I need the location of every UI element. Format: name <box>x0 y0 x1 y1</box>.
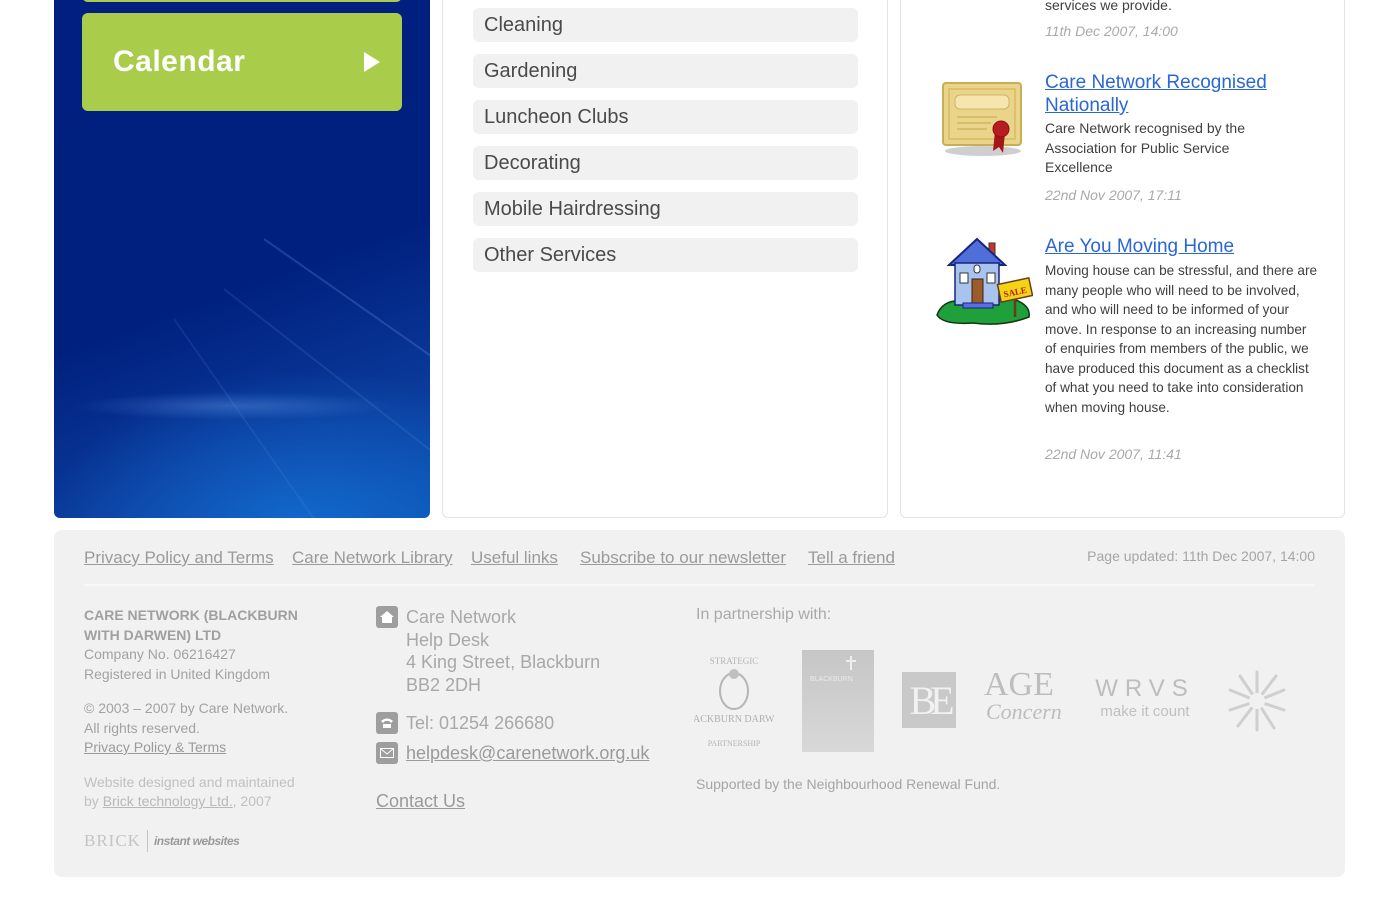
brick-logo[interactable]: BRICK instant websites <box>84 830 240 852</box>
footer-link-useful-links[interactable]: Useful links <box>471 548 558 568</box>
email-link[interactable]: helpdesk@carenetwork.org.uk <box>406 742 649 765</box>
brick-logo-text: BRICK <box>84 831 141 850</box>
page: Calendar Cleaning Gardening Luncheon Clu… <box>0 0 1400 910</box>
decorative-streak <box>263 238 430 389</box>
footer: Privacy Policy and Terms Care Network Li… <box>54 530 1345 877</box>
page-updated: Page updated: 11th Dec 2007, 14:00 <box>1087 548 1315 564</box>
svg-text:PARTNERSHIP: PARTNERSHIP <box>708 739 761 748</box>
telephone: Tel: 01254 266680 <box>406 713 555 733</box>
service-item-cleaning[interactable]: Cleaning <box>473 8 858 42</box>
news-date: 11th Dec 2007, 14:00 <box>1045 23 1178 39</box>
news-body: services we provide. <box>1045 0 1172 13</box>
footer-link-newsletter[interactable]: Subscribe to our newsletter <box>580 548 786 568</box>
partners-heading: In partnership with: <box>696 606 832 623</box>
sidebar: Calendar <box>54 0 430 518</box>
address-line: BB2 2DH <box>406 674 482 695</box>
decorative-streak <box>223 288 430 475</box>
news-title-link[interactable]: Are You Moving Home <box>1045 235 1234 258</box>
divider <box>146 830 148 852</box>
partner-logo-childrens-fund[interactable]: BLACKBURN <box>802 650 874 752</box>
company-number: Company No. 06216427 <box>84 646 236 662</box>
services-panel: Cleaning Gardening Luncheon Clubs Decora… <box>442 0 888 518</box>
svg-text:BLACKBURN DARWEN: BLACKBURN DARWEN <box>694 714 774 725</box>
partner-logo-wrvs[interactable]: WRVS make it count <box>1088 674 1202 730</box>
partner-logo-starburst[interactable] <box>1226 668 1288 734</box>
address-line: Care Network <box>406 607 517 627</box>
partner-logo-text: BLACKBURN <box>810 676 853 683</box>
company-info: CARE NETWORK (BLACKBURN WITH DARWEN) LTD… <box>84 606 344 827</box>
designed-by-prefix: by <box>84 793 103 809</box>
partner-logo-subtext: Concern <box>986 699 1062 724</box>
news-title-link[interactable]: Care Network Recognised Nationally <box>1045 71 1344 117</box>
house-for-sale-icon: SALE <box>936 237 1033 325</box>
supported-by-text: Supported by the Neighbourhood Renewal F… <box>696 776 1001 792</box>
partner-logo-subtext: make it count <box>1100 703 1190 720</box>
privacy-terms-link[interactable]: Privacy Policy & Terms <box>84 739 226 755</box>
service-item-luncheon-clubs[interactable]: Luncheon Clubs <box>473 100 858 134</box>
divider <box>84 584 1315 586</box>
designed-by-suffix: , 2007 <box>232 793 272 809</box>
partner-logo-text: WRVS <box>1095 675 1195 702</box>
brick-technology-link[interactable]: Brick technology Ltd. <box>103 793 233 809</box>
phone-icon <box>376 712 398 734</box>
news-body: Moving house can be stressful, and there… <box>1045 263 1318 415</box>
certificate-icon <box>942 82 1022 156</box>
previous-menu-button-edge[interactable] <box>82 0 402 2</box>
copyright: © 2003 – 2007 by Care Network. <box>84 700 289 716</box>
partner-logo-text: BE <box>909 677 954 723</box>
service-item-gardening[interactable]: Gardening <box>473 54 858 88</box>
partner-logo-be[interactable]: BE <box>902 672 956 728</box>
rights-reserved: All rights reserved. <box>84 719 200 736</box>
partner-logo-text: AGE <box>984 666 1054 703</box>
news-panel: services we provide. 11th Dec 2007, 14:0… <box>900 0 1345 518</box>
company-name: WITH DARWEN) LTD <box>84 626 222 643</box>
partner-logo-strategic-partnership[interactable]: STRATEGIC BLACKBURN DARWEN PARTNERSHIP <box>694 646 774 754</box>
footer-link-library[interactable]: Care Network Library <box>292 548 453 568</box>
instant-websites-text: instant websites <box>153 834 240 848</box>
designed-by-text: Website designed and maintained <box>84 773 295 790</box>
home-icon <box>376 606 398 628</box>
footer-link-tell-a-friend[interactable]: Tell a friend <box>808 548 895 568</box>
news-date: 22nd Nov 2007, 17:11 <box>1045 187 1182 203</box>
footer-link-privacy[interactable]: Privacy Policy and Terms <box>84 548 274 568</box>
address-line: 4 King Street, Blackburn <box>406 652 601 672</box>
service-item-decorating[interactable]: Decorating <box>473 146 858 180</box>
news-date: 22nd Nov 2007, 11:41 <box>1045 446 1182 462</box>
service-item-mobile-hairdressing[interactable]: Mobile Hairdressing <box>473 192 858 226</box>
svg-text:STRATEGIC: STRATEGIC <box>710 656 759 666</box>
address-line: Help Desk <box>406 629 490 650</box>
calendar-button-label: Calendar <box>113 45 246 78</box>
company-registered: Registered in United Kingdom <box>84 665 270 682</box>
contact-us-link[interactable]: Contact Us <box>376 790 465 813</box>
news-body: Care Network recognised by the Associati… <box>1045 120 1245 175</box>
arrow-right-icon <box>364 52 380 72</box>
email-icon <box>376 742 398 764</box>
service-item-other-services[interactable]: Other Services <box>473 238 858 272</box>
calendar-button[interactable]: Calendar <box>82 13 402 111</box>
company-name: CARE NETWORK (BLACKBURN <box>84 607 298 623</box>
partner-logo-age-concern[interactable]: AGE Concern <box>984 668 1064 738</box>
